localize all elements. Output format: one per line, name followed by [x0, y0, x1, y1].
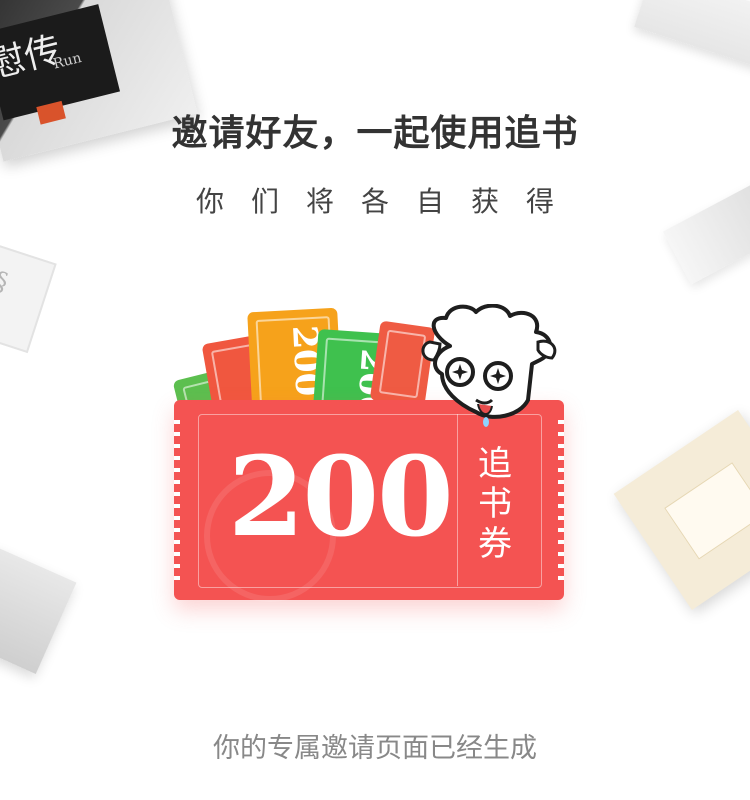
ticket-perforation-right	[558, 420, 564, 580]
ticket-perforation-left	[174, 420, 180, 580]
ticket-divider	[457, 414, 458, 586]
decor-card-bottom-left	[0, 546, 77, 674]
coupon-illustration: 200 200 200 追书券	[170, 300, 570, 620]
page-subtitle: 你们将各自获得	[195, 185, 581, 218]
decor-seal-glyph: §	[0, 266, 12, 299]
calligraphy-panel	[664, 462, 750, 560]
coupon-label: 追书券	[478, 444, 512, 564]
sheep-mascot-icon	[421, 304, 557, 427]
decor-calligraphy-paper	[613, 410, 750, 610]
decor-card-top-right	[634, 0, 750, 71]
decor-card-left: §	[0, 240, 57, 354]
coupon-amount: 200	[228, 432, 454, 561]
page-title: 邀请好友，一起使用追书	[171, 113, 579, 154]
invite-page-status: 你的专属邀请页面已经生成	[213, 733, 537, 764]
